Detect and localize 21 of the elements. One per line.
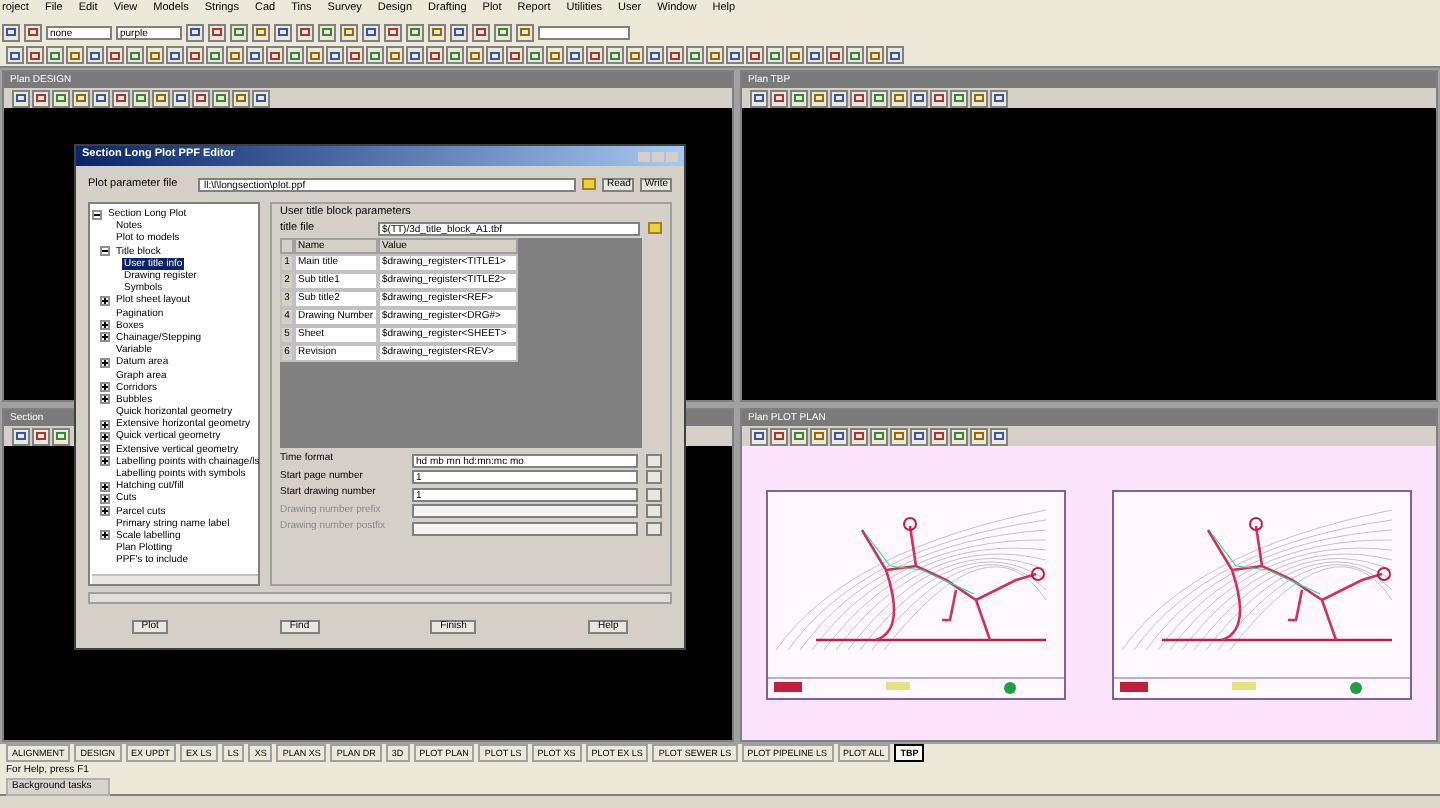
- expander-icon[interactable]: [100, 295, 110, 306]
- expander-icon[interactable]: [100, 444, 110, 455]
- expander-icon[interactable]: [100, 320, 110, 331]
- input-field[interactable]: [412, 521, 638, 535]
- expander-icon[interactable]: [100, 506, 110, 517]
- scrollbar[interactable]: [92, 574, 258, 584]
- input-field[interactable]: [538, 25, 630, 39]
- expander-icon[interactable]: [100, 530, 110, 541]
- expander-icon[interactable]: [100, 431, 110, 442]
- expander-icon[interactable]: [100, 419, 110, 430]
- expander-icon[interactable]: [100, 382, 110, 393]
- expander-icon[interactable]: [100, 456, 110, 467]
- expander-icon[interactable]: [92, 209, 102, 220]
- expander-icon[interactable]: [100, 246, 110, 257]
- expander-icon[interactable]: [100, 493, 110, 504]
- column-header: [280, 238, 294, 255]
- expander-icon[interactable]: [100, 394, 110, 405]
- expander-icon[interactable]: [100, 332, 110, 343]
- expander-icon[interactable]: [100, 357, 110, 368]
- input-field[interactable]: [412, 504, 638, 518]
- expander-icon[interactable]: [100, 481, 110, 492]
